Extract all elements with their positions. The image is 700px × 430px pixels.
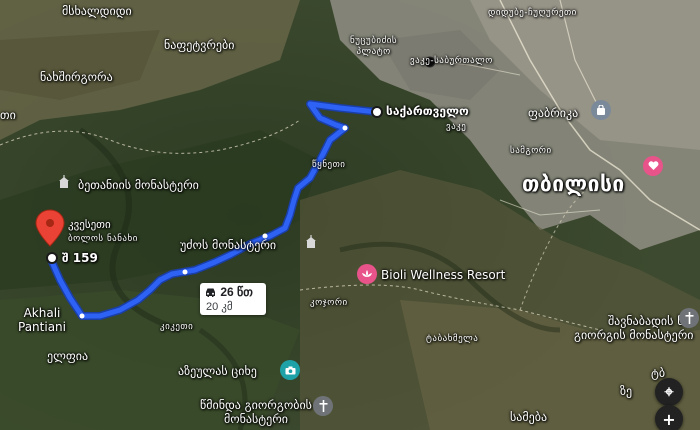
label-sh159: შ 159 (62, 251, 98, 265)
route-distance: 20 კმ (206, 301, 233, 313)
route-info-card[interactable]: 26 წთ 20 კმ (200, 283, 266, 315)
label-elphia: ელფია (47, 349, 89, 363)
route-origin-marker[interactable] (371, 106, 383, 118)
map-view[interactable]: მსხალდიდი ნაფეტვრები ნახშირგორა თი დიდუბ… (0, 0, 700, 430)
locate-icon: ⌖ (664, 382, 674, 401)
label-kiketi: კიკეთი (160, 322, 194, 332)
label-samteba: სამება (510, 410, 548, 424)
car-icon (204, 287, 217, 301)
label-tskneti: წყნეთი (312, 160, 346, 170)
label-sakartvelo: საქართველო (386, 104, 469, 118)
label-azeulas: აზეულას ციხე (178, 364, 257, 378)
route-duration: 26 წთ (220, 285, 253, 299)
label-nutsubidze-plato: ნუცუბიძის პლატო (350, 36, 398, 57)
shopping-bag-icon[interactable] (591, 100, 611, 120)
camera-icon[interactable] (280, 360, 300, 380)
church-cross-icon[interactable] (313, 396, 333, 416)
route-waypoint (342, 125, 348, 131)
label-ze-edge: ზე (620, 384, 633, 398)
label-shavnabada: შავნაბადის წმ. გიორგის მონასტერი (574, 314, 694, 342)
label-kojori: კოჯორი (310, 298, 348, 308)
label-tbilisi: თბილისი (522, 172, 625, 196)
heart-icon[interactable] (643, 156, 663, 176)
label-kvesheti: კვესეთი (68, 218, 111, 231)
terrain-background (0, 0, 700, 430)
route-destination-marker[interactable] (46, 252, 58, 264)
label-naphetvrebi: ნაფეტვრები (164, 38, 235, 52)
label-nakhshirgora: ნახშირგორა (40, 70, 113, 84)
label-tabakhmela: ტაბახმელა (426, 334, 479, 344)
route-waypoint (182, 269, 188, 275)
label-tsminda-giorgi: წმინდა გიორგობის მონასტერი (200, 398, 312, 426)
label-samgori: სამგორი (510, 146, 552, 156)
label-udzos: უძოს მონასტერი (180, 238, 277, 252)
label-vake-saburtalo: ვაკე-საბურთალო (410, 56, 493, 66)
plus-icon: + (662, 409, 676, 429)
label-kvesheti-sub: ბოლოს ნანახი (68, 234, 138, 244)
label-fabrika: ფაბრიკა (528, 106, 579, 120)
label-ti-left: თი (0, 108, 16, 122)
church-cross-icon[interactable] (56, 174, 72, 190)
church-cross-icon[interactable] (679, 308, 699, 328)
label-betania: ბეთანიის მონასტერი (78, 178, 199, 192)
church-cross-icon[interactable] (303, 234, 319, 250)
label-tbi-edge: ტბ (651, 366, 666, 380)
label-didube-chughureti: დიდუბე-ჩუღურეთი (488, 8, 577, 18)
spa-flower-icon[interactable] (357, 264, 377, 284)
my-location-button[interactable]: ⌖ (655, 378, 683, 406)
label-bioli: Bioli Wellness Resort (381, 268, 506, 282)
label-akhali-pantiani: Akhali Pantiani (18, 306, 66, 334)
label-msxaldidi: მსხალდიდი (62, 4, 132, 18)
label-vake: ვაკე (446, 122, 467, 132)
zoom-in-button[interactable]: + (655, 405, 683, 430)
route-waypoint (79, 313, 85, 319)
